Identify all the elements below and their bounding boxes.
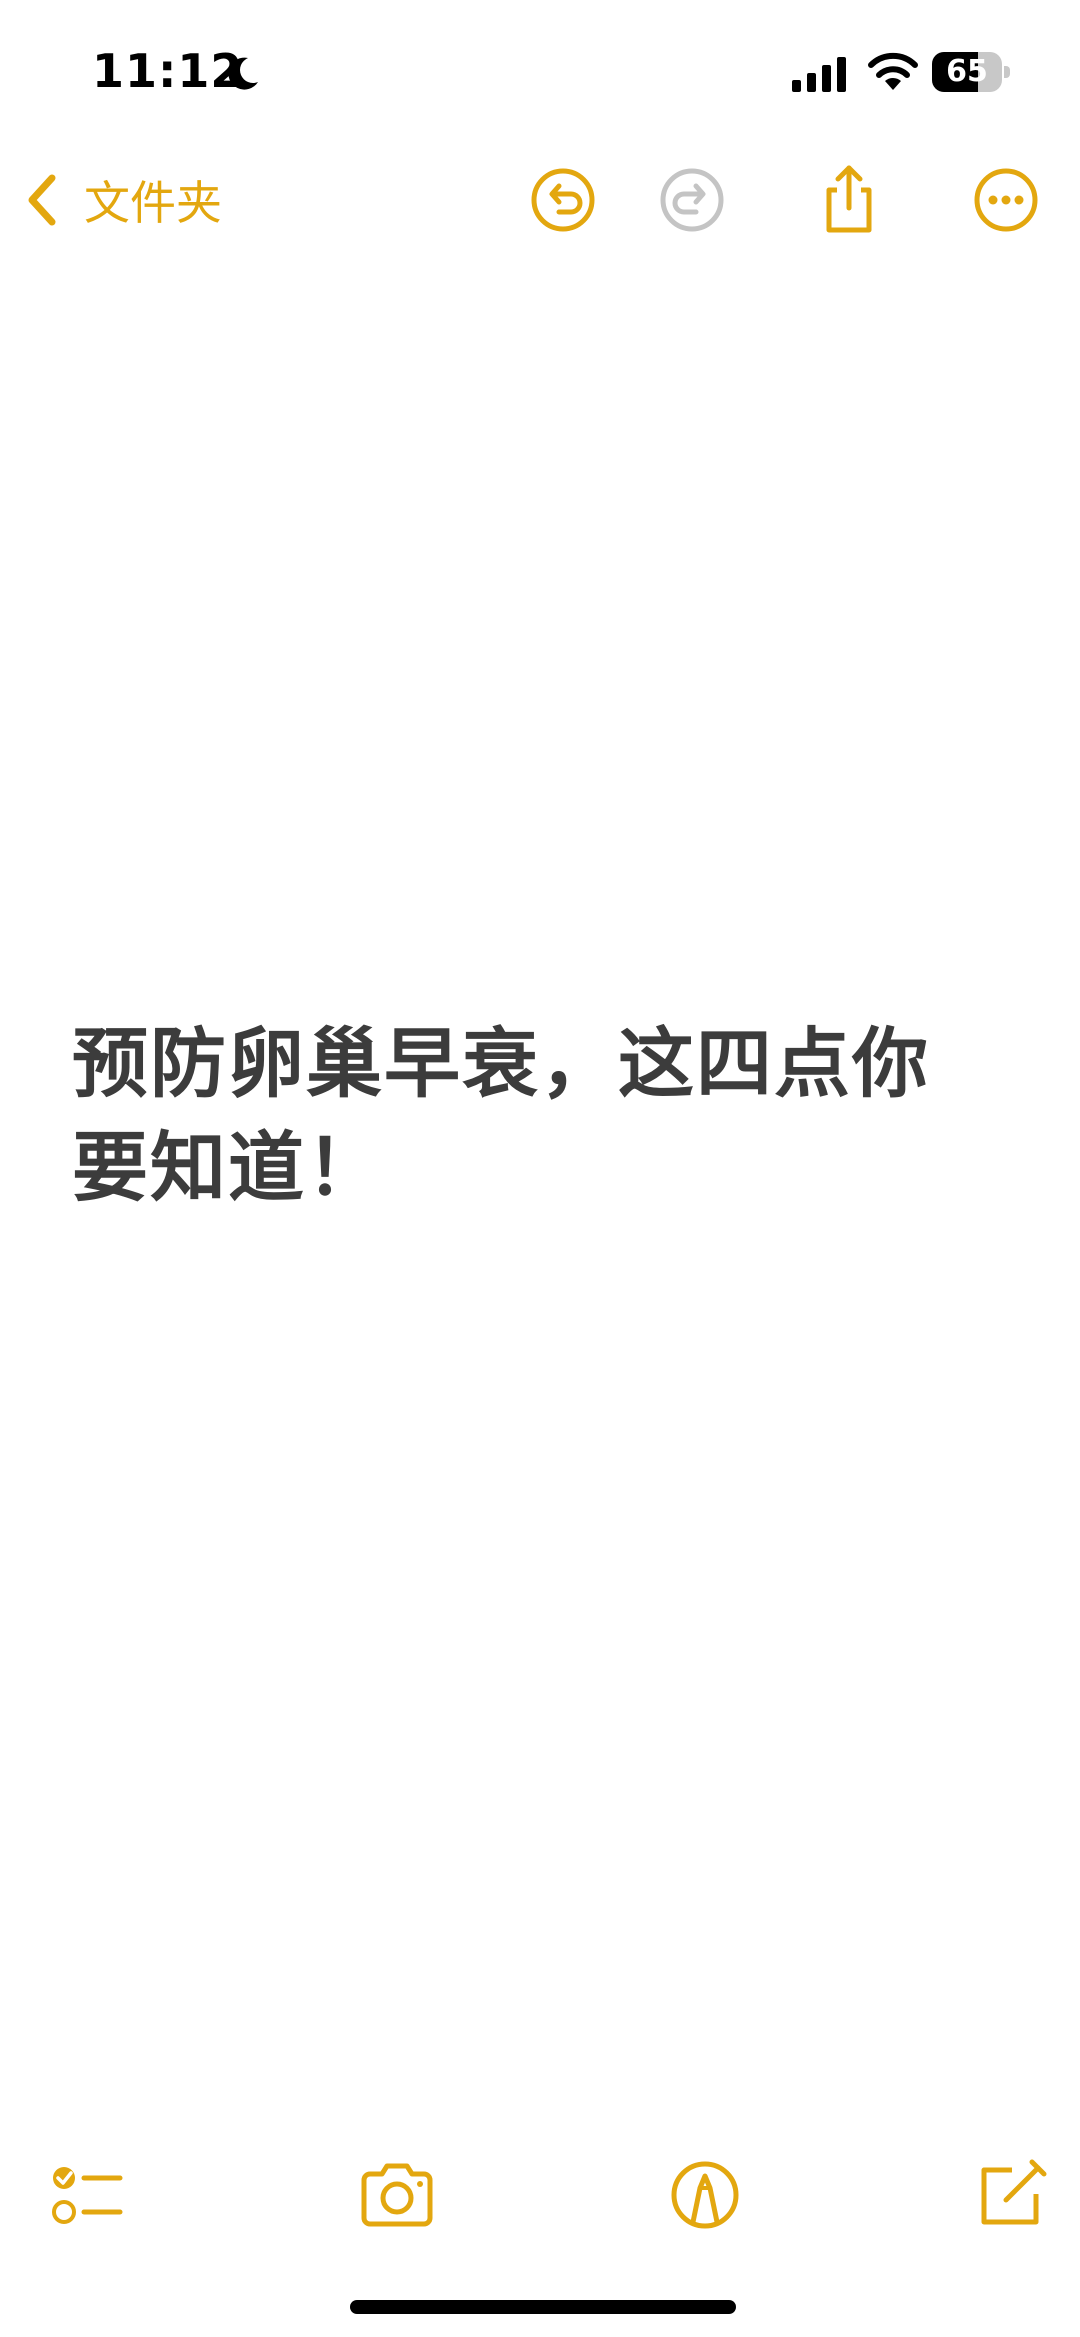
moon-icon bbox=[228, 57, 258, 90]
note-editor[interactable]: 预防卵巢早衰，这四点你要知道！ bbox=[72, 1012, 972, 1220]
wifi-icon bbox=[868, 52, 918, 90]
redo-button[interactable] bbox=[652, 160, 732, 240]
checklist-icon bbox=[52, 2167, 123, 2224]
back-label: 文件夹 bbox=[84, 176, 222, 230]
undo-icon bbox=[531, 168, 595, 232]
compose-icon bbox=[981, 2159, 1047, 2225]
undo-button[interactable] bbox=[523, 160, 603, 240]
cellular-signal-icon bbox=[792, 57, 846, 92]
camera-button[interactable] bbox=[352, 2150, 442, 2240]
note-title[interactable]: 预防卵巢早衰，这四点你要知道！ bbox=[72, 1012, 972, 1220]
share-button[interactable] bbox=[809, 160, 889, 240]
chevron-left-icon bbox=[28, 174, 56, 226]
share-icon bbox=[826, 165, 872, 233]
back-button[interactable]: 文件夹 bbox=[22, 160, 222, 240]
note-nav-bar: 文件夹 bbox=[0, 150, 1080, 250]
battery-level: 65 bbox=[946, 54, 988, 89]
markup-icon bbox=[671, 2161, 739, 2229]
redo-icon bbox=[660, 168, 724, 232]
battery-icon: 65 bbox=[932, 52, 1010, 92]
compose-button[interactable] bbox=[966, 2150, 1056, 2240]
markup-button[interactable] bbox=[660, 2150, 750, 2240]
checklist-button[interactable] bbox=[42, 2150, 132, 2240]
bottom-toolbar bbox=[0, 2140, 1080, 2250]
camera-icon bbox=[361, 2163, 433, 2227]
more-icon bbox=[974, 168, 1038, 232]
status-time: 11:12 bbox=[92, 44, 244, 98]
status-bar: 11:12 65 bbox=[0, 0, 1080, 150]
home-indicator[interactable] bbox=[350, 2300, 736, 2314]
more-button[interactable] bbox=[966, 160, 1046, 240]
